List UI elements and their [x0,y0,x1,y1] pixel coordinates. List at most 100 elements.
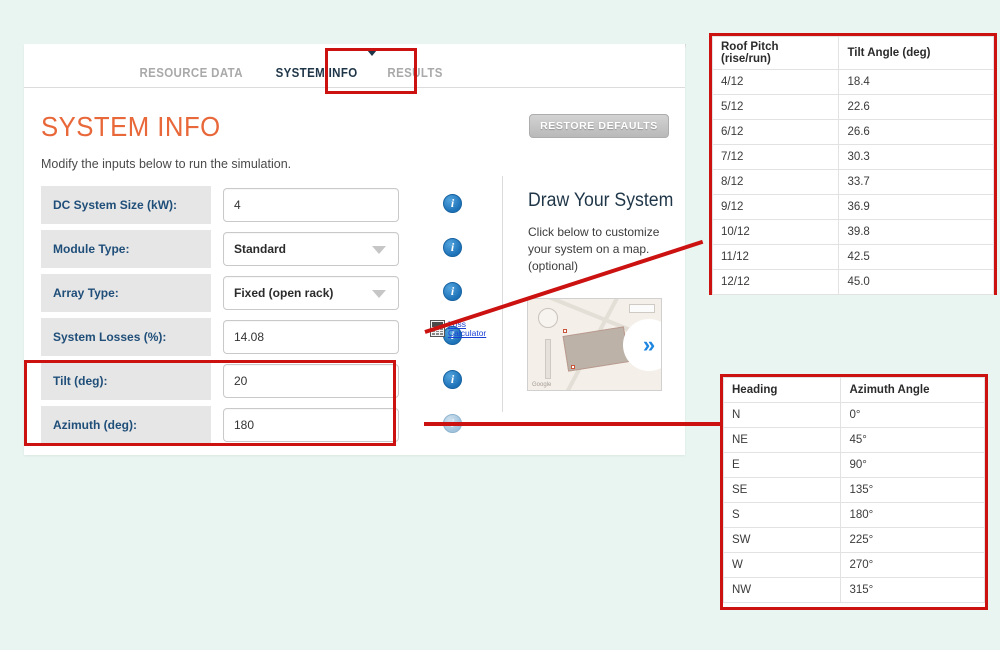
column-header-heading: Heading [722,377,842,403]
annotation-arrow-azimuth-to-table [424,422,724,426]
select-array-type[interactable]: Fixed (open rack) [223,276,399,310]
table-row: S 180° [722,502,985,528]
chevron-down-icon [372,290,386,298]
table-cell: E [722,452,842,478]
table-cell: 270° [840,552,985,578]
table-row: SE 135° [722,477,985,503]
form-row-module-type: Module Type: Standard i [41,230,462,268]
column-header-tilt-angle: Tilt Angle (deg) [838,36,994,70]
select-array-type-value: Fixed (open rack) [234,286,334,300]
label-system-losses: System Losses (%): [41,318,211,356]
draw-your-system-description: Click below to customize your system on … [528,225,660,273]
input-azimuth[interactable]: 180 [223,408,399,442]
table-row: W 270° [722,552,985,578]
label-tilt: Tilt (deg): [41,362,211,400]
label-azimuth: Azimuth (deg): [41,406,211,444]
table-cell: 135° [840,477,985,503]
table-row: NE 45° [722,427,985,453]
roof-pitch-table-body: 4/12 18.4 5/12 22.6 6/12 26.6 7/12 30.3 8/12 33.7… [711,69,994,295]
table-cell: 225° [840,527,985,553]
select-module-type-value: Standard [234,242,287,256]
table-cell: 18.4 [838,69,994,95]
table-cell: 9/12 [711,194,840,220]
table-cell: 90° [840,452,985,478]
table-row: 6/12 26.6 [711,119,994,145]
table-cell: S [722,502,842,528]
map-thumbnail[interactable]: Google » [527,298,662,391]
table-cell: 42.5 [838,244,994,270]
table-cell: NE [722,427,842,453]
table-row: 11/12 42.5 [711,244,994,270]
screenshot-root: RESOURCE DATA SYSTEM INFO RESULTS SYSTEM… [0,0,1000,650]
form-row-system-losses: System Losses (%): 14.08 i [41,318,462,356]
map-next-button[interactable]: » [623,319,661,371]
map-compass-icon[interactable] [538,308,558,328]
table-cell: 22.6 [838,94,994,120]
draw-your-system-title: Draw Your System [528,190,674,211]
table-row: 10/12 39.8 [711,219,994,245]
table-cell: SE [722,477,842,503]
page-title: SYSTEM INFO [41,111,221,142]
form-row-tilt: Tilt (deg): 20 i [41,362,462,400]
label-dc-system-size: DC System Size (kW): [41,186,211,224]
table-row: 12/12 45.0 [711,269,994,295]
table-cell: 45.0 [838,269,994,295]
input-system-losses[interactable]: 14.08 [223,320,399,354]
table-cell: 6/12 [711,119,840,145]
table-cell: N [722,402,842,428]
table-cell: 45° [840,427,985,453]
table-row: NW 315° [722,577,985,603]
form-row-dc-system-size: DC System Size (kW): 4 i [41,186,462,224]
table-cell: 39.8 [838,219,994,245]
table-cell: 180° [840,502,985,528]
table-row: 7/12 30.3 [711,144,994,170]
annotation-box-system-info-tab [325,48,417,94]
input-tilt[interactable]: 20 [223,364,399,398]
table-cell: 8/12 [711,169,840,195]
roof-pitch-table: Roof Pitch (rise/run) Tilt Angle (deg) 4… [711,36,994,295]
azimuth-table: Heading Azimuth Angle N 0° NE 45° E 90° SE 135°… [722,377,985,603]
info-icon-tilt[interactable]: i [443,370,462,389]
select-module-type[interactable]: Standard [223,232,399,266]
table-cell: NW [722,577,842,603]
system-info-form: DC System Size (kW): 4 i Module Type: St… [41,186,462,450]
table-header-row: Roof Pitch (rise/run) Tilt Angle (deg) [711,36,994,70]
table-cell: SW [722,527,842,553]
form-row-array-type: Array Type: Fixed (open rack) i [41,274,462,312]
table-cell: 12/12 [711,269,840,295]
table-cell: 33.7 [838,169,994,195]
map-credit: Google [532,382,552,388]
info-icon-dc-system-size[interactable]: i [443,194,462,213]
table-cell: 30.3 [838,144,994,170]
loss-calculator-label-line2: Calculator [448,328,487,338]
info-icon-array-type[interactable]: i [443,282,462,301]
table-cell: 315° [840,577,985,603]
label-array-type: Array Type: [41,274,211,312]
table-cell: 5/12 [711,94,840,120]
column-header-roof-pitch: Roof Pitch (rise/run) [711,36,840,70]
table-row: 5/12 22.6 [711,94,994,120]
restore-defaults-button[interactable]: RESTORE DEFAULTS [529,114,669,138]
table-cell: 36.9 [838,194,994,220]
table-row: N 0° [722,402,985,428]
table-cell: 26.6 [838,119,994,145]
table-cell: 10/12 [711,219,840,245]
table-cell: W [722,552,842,578]
map-zoom-slider[interactable] [545,339,551,379]
tab-resource-data[interactable]: RESOURCE DATA [129,66,254,87]
table-cell: 7/12 [711,144,840,170]
table-header-row: Heading Azimuth Angle [722,377,985,403]
info-icon-module-type[interactable]: i [443,238,462,257]
table-row: 4/12 18.4 [711,69,994,95]
form-row-azimuth: Azimuth (deg): 180 i [41,406,462,444]
table-row: E 90° [722,452,985,478]
input-dc-system-size[interactable]: 4 [223,188,399,222]
page-subtitle: Modify the inputs below to run the simul… [41,157,292,171]
map-type-badge[interactable] [629,304,655,313]
table-cell: 0° [840,402,985,428]
table-row: 9/12 36.9 [711,194,994,220]
chevron-down-icon [372,246,386,254]
panel-divider [502,176,503,412]
table-row: 8/12 33.7 [711,169,994,195]
table-row: SW 225° [722,527,985,553]
